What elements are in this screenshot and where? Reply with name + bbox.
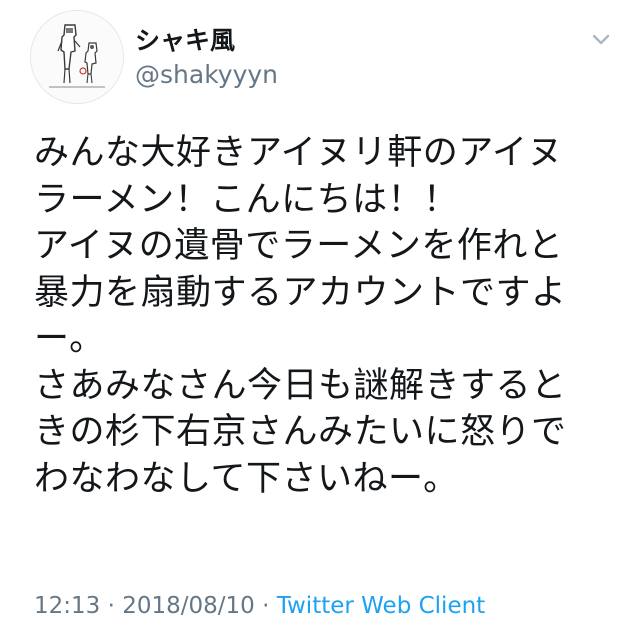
tweet-card: シャキ風 @shakyyyn みんな大好きアイヌリ軒のアイヌ ラーメン！こんにち… (0, 0, 640, 629)
avatar[interactable] (30, 10, 124, 104)
author-handle[interactable]: @shakyyyn (135, 60, 278, 90)
author-display-name[interactable]: シャキ風 (135, 26, 235, 56)
tweet-text-line: わなわなして下さいねー。 (34, 458, 459, 499)
tweet-meta: 12:13 · 2018/08/10 · Twitter Web Client (34, 589, 485, 623)
tweet-text-line: ラーメン！こんにちは！！ (34, 179, 459, 220)
tweet-text-line: みんな大好きアイヌリ軒のアイヌ (34, 133, 564, 173)
tweet-text-line: きの杉下右京さんみたいに怒りで (34, 412, 567, 452)
tweet-source-link[interactable]: Twitter Web Client (277, 593, 485, 619)
tweet-text-line: アイヌの遺骨でラーメンを作れと (34, 226, 564, 266)
tweet-text: みんな大好きアイヌリ軒のアイヌ ラーメン！こんにちは！！ アイヌの遺骨でラーメン… (34, 130, 594, 502)
tweet-time[interactable]: 12:13 (34, 593, 100, 619)
tweet-text-line: さあみなさん今日も謎解きすると (34, 365, 567, 406)
tweet-text-line: ー。 (34, 319, 105, 359)
tweet-date[interactable]: 2018/08/10 (122, 593, 255, 619)
avatar-drawing-icon (31, 11, 123, 103)
chevron-down-icon[interactable] (590, 28, 612, 50)
meta-separator: · (254, 593, 277, 619)
tweet-text-line: 暴力を扇動するアカウントですよ (34, 272, 567, 313)
meta-separator: · (100, 593, 123, 619)
